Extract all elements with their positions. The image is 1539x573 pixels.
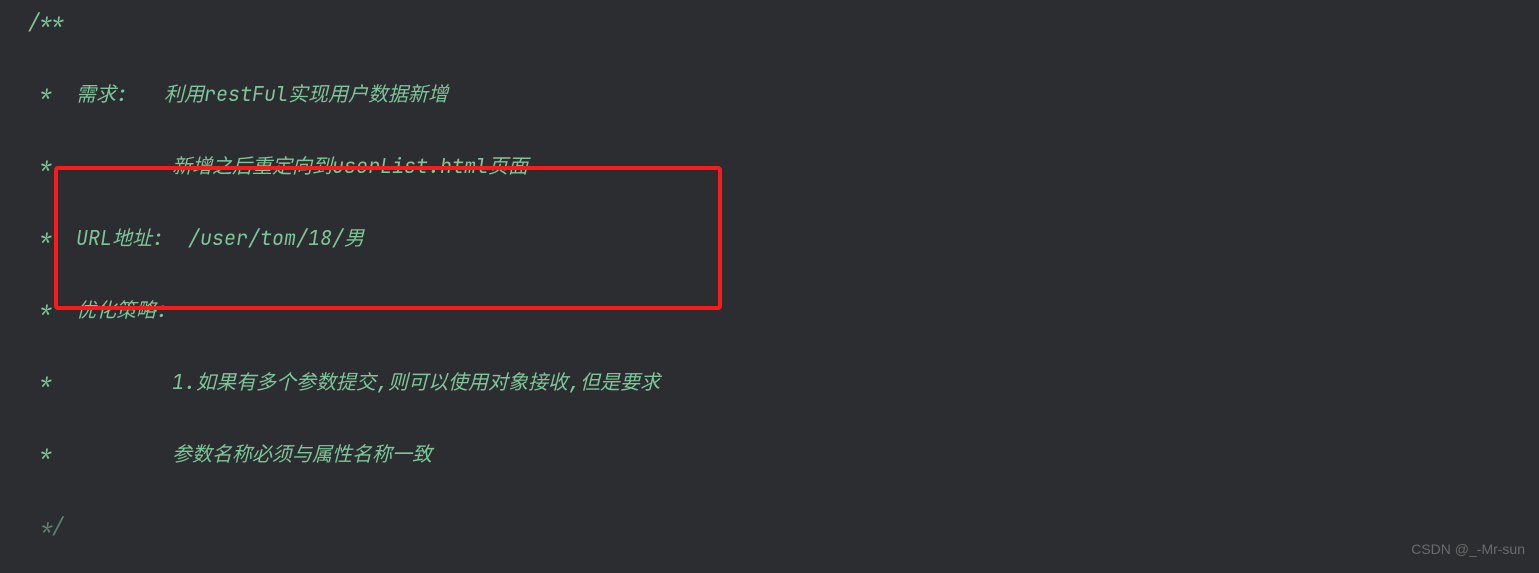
code-editor[interactable]: /** * 需求: 利用restFul实现用户数据新增 * 新增之后重定向到us… (0, 0, 1539, 573)
comment-line: * 1.如果有多个参数提交,则可以使用对象接收,但是要求 (28, 369, 660, 395)
comment-line: * 优化策略: (28, 297, 168, 323)
watermark: CSDN @_-Mr-sun (1411, 531, 1525, 567)
comment-line: * URL地址: /user/tom/18/男 (28, 225, 364, 251)
comment-line: * 参数名称必须与属性名称一致 (28, 441, 432, 467)
comment-open: /** (28, 9, 64, 35)
comment-close: */ (28, 513, 64, 539)
comment-line: * 新增之后重定向到userList.html页面 (28, 153, 528, 179)
comment-line: * 需求: 利用restFul实现用户数据新增 (28, 81, 448, 107)
